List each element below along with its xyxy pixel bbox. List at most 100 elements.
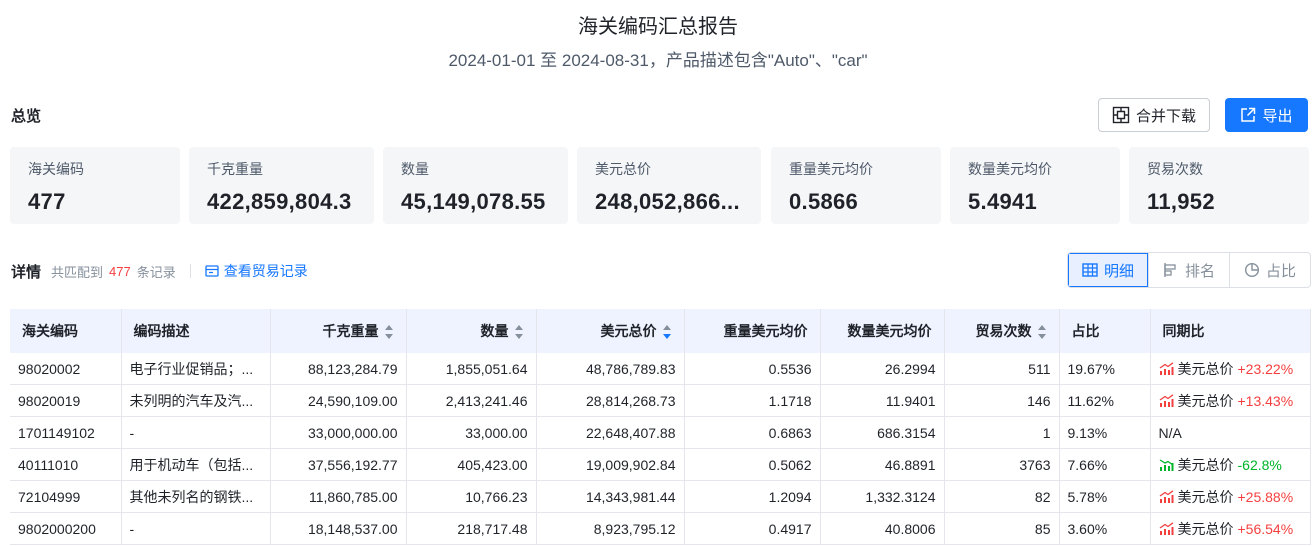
card-quantity-avg: 数量美元均价 5.4941 xyxy=(950,147,1120,224)
card-value: 477 xyxy=(28,189,66,214)
col-yoy: 同期比 xyxy=(1150,309,1311,353)
cell-quantity: 218,717.48 xyxy=(406,512,537,545)
cell-yoy: 美元总价 +13.43% xyxy=(1150,384,1311,417)
card-label: 数量美元均价 xyxy=(968,161,1052,177)
cell-usd-total: 14,343,981.44 xyxy=(536,480,685,513)
cell-quantity: 2,413,241.46 xyxy=(406,384,537,417)
cell-description: - xyxy=(121,512,271,545)
cell-hs-code[interactable]: 72104999 xyxy=(10,480,122,513)
export-button[interactable]: 导出 xyxy=(1225,98,1308,132)
cell-weight-avg: 1.2094 xyxy=(684,480,821,513)
merge-icon xyxy=(1112,106,1130,124)
cell-yoy: 美元总价 +56.54% xyxy=(1150,512,1311,545)
cell-share: 3.60% xyxy=(1059,512,1151,545)
view-tab-share[interactable]: 占比 xyxy=(1229,253,1310,287)
cell-weight: 24,590,109.00 xyxy=(270,384,407,417)
cell-quantity: 10,766.23 xyxy=(406,480,537,513)
card-label: 贸易次数 xyxy=(1147,161,1203,177)
divider xyxy=(189,264,191,278)
cell-yoy: 美元总价 +23.22% xyxy=(1150,353,1311,385)
cell-description: 用于机动车（包括... xyxy=(121,448,271,481)
view-tab-detail[interactable]: 明细 xyxy=(1068,253,1148,287)
cell-usd-total: 19,009,902.84 xyxy=(536,448,685,481)
cell-usd-total: 28,814,268.73 xyxy=(536,384,685,417)
view-tab-label: 占比 xyxy=(1265,262,1296,280)
col-share: 占比 xyxy=(1059,309,1151,353)
view-switcher: 明细 排名 占比 xyxy=(1067,252,1311,288)
card-value: 5.4941 xyxy=(968,189,1038,214)
cell-description: 未列明的汽车及汽... xyxy=(121,384,271,417)
col-quantity[interactable]: 数量 xyxy=(406,309,537,353)
cell-share: 5.78% xyxy=(1059,480,1151,513)
cell-weight: 33,000,000.00 xyxy=(270,416,407,449)
view-tab-label: 排名 xyxy=(1184,262,1215,280)
cell-hs-code[interactable]: 1701149102 xyxy=(10,416,122,449)
cell-trade-count: 3763 xyxy=(944,448,1060,481)
cell-weight-avg: 1.1718 xyxy=(684,384,821,417)
sort-icon[interactable] xyxy=(384,325,394,340)
export-icon xyxy=(1241,107,1256,122)
col-hs-code: 海关编码 xyxy=(10,309,122,353)
cell-trade-count: 146 xyxy=(944,384,1060,417)
card-label: 重量美元均价 xyxy=(789,161,873,177)
card-trade-count: 贸易次数 11,952 xyxy=(1129,147,1309,224)
cell-trade-count: 85 xyxy=(944,512,1060,545)
yoy-change: -62.8% xyxy=(1237,456,1282,473)
table-row[interactable]: 72104999 其他未列名的钢铁... 11,860,785.00 10,766.2… xyxy=(10,480,1311,513)
table-row[interactable]: 9802000200-18,148,537.00 218,717.48 8,923,… xyxy=(10,512,1311,545)
table-row[interactable]: 98020002 电子行业促销品；... 88,123,284.79 1,855,05… xyxy=(10,353,1311,385)
cell-hs-code[interactable]: 40111010 xyxy=(10,448,122,481)
table-row[interactable]: 40111010 用于机动车（包括... 37,556,192.77 405,423.… xyxy=(10,448,1311,481)
col-trade-count[interactable]: 贸易次数 xyxy=(944,309,1060,353)
cell-share: 19.67% xyxy=(1059,353,1151,385)
cell-quantity-avg: 11.9401 xyxy=(820,384,945,417)
cell-quantity: 405,423.00 xyxy=(406,448,537,481)
report-title: 海关编码汇总报告 xyxy=(578,16,738,38)
merge-download-button[interactable]: 合并下载 xyxy=(1098,98,1210,132)
match-prefix: 共匹配到 xyxy=(51,264,104,280)
trend-up-icon xyxy=(1159,489,1173,503)
card-label: 数量 xyxy=(401,161,429,177)
view-tab-label: 明细 xyxy=(1103,262,1134,280)
card-value: 422,859,804.3 xyxy=(207,189,352,214)
cell-weight: 88,123,284.79 xyxy=(270,353,407,385)
card-value: 45,149,078.55 xyxy=(401,189,546,214)
col-usd-total[interactable]: 美元总价 xyxy=(536,309,685,353)
cell-weight-avg: 0.5536 xyxy=(684,353,821,385)
bar-ranking-icon xyxy=(1164,263,1176,277)
yoy-change: +23.22% xyxy=(1237,360,1294,377)
card-usd-total: 美元总价 248,052,866... xyxy=(577,147,761,224)
report-subtitle: 2024-01-01 至 2024-08-31，产品描述包含"Auto"、"ca… xyxy=(448,51,868,70)
card-value: 248,052,866... xyxy=(595,189,740,214)
cell-hs-code[interactable]: 98020019 xyxy=(10,384,122,417)
sort-desc-icon[interactable] xyxy=(662,325,672,340)
cell-share: 11.62% xyxy=(1059,384,1151,417)
view-trade-records-link[interactable]: 查看贸易记录 xyxy=(205,261,308,281)
cell-weight-avg: 0.4917 xyxy=(684,512,821,545)
cell-share: 7.66% xyxy=(1059,448,1151,481)
cell-description: - xyxy=(121,416,271,449)
table-row[interactable]: 1701149102-33,000,000.00 33,000.00 22,648,… xyxy=(10,416,1311,449)
cell-yoy: N/A xyxy=(1150,416,1311,449)
col-weight[interactable]: 千克重量 xyxy=(270,309,407,353)
cell-weight-avg: 0.6863 xyxy=(684,416,821,449)
cell-description: 电子行业促销品；... xyxy=(121,353,271,385)
match-suffix: 条记录 xyxy=(136,264,176,280)
cell-hs-code[interactable]: 9802000200 xyxy=(10,512,122,545)
cell-usd-total: 22,648,407.88 xyxy=(536,416,685,449)
yoy-na: N/A xyxy=(1158,424,1182,441)
table-row[interactable]: 98020019 未列明的汽车及汽... 24,590,109.00 2,413,24… xyxy=(10,384,1311,417)
card-hs-code: 海关编码 477 xyxy=(10,147,180,224)
sort-icon[interactable] xyxy=(514,325,524,340)
card-value: 11,952 xyxy=(1147,189,1215,214)
cell-trade-count: 82 xyxy=(944,480,1060,513)
card-weight-avg: 重量美元均价 0.5866 xyxy=(771,147,941,224)
cell-hs-code[interactable]: 98020002 xyxy=(10,353,122,385)
cell-yoy: 美元总价 +25.88% xyxy=(1150,480,1311,513)
yoy-metric-label: 美元总价 xyxy=(1177,520,1234,537)
cell-yoy: 美元总价 -62.8% xyxy=(1150,448,1311,481)
view-tab-ranking[interactable]: 排名 xyxy=(1148,253,1229,287)
col-description: 编码描述 xyxy=(121,309,271,353)
card-quantity: 数量 45,149,078.55 xyxy=(383,147,568,224)
sort-icon[interactable] xyxy=(1037,325,1047,340)
